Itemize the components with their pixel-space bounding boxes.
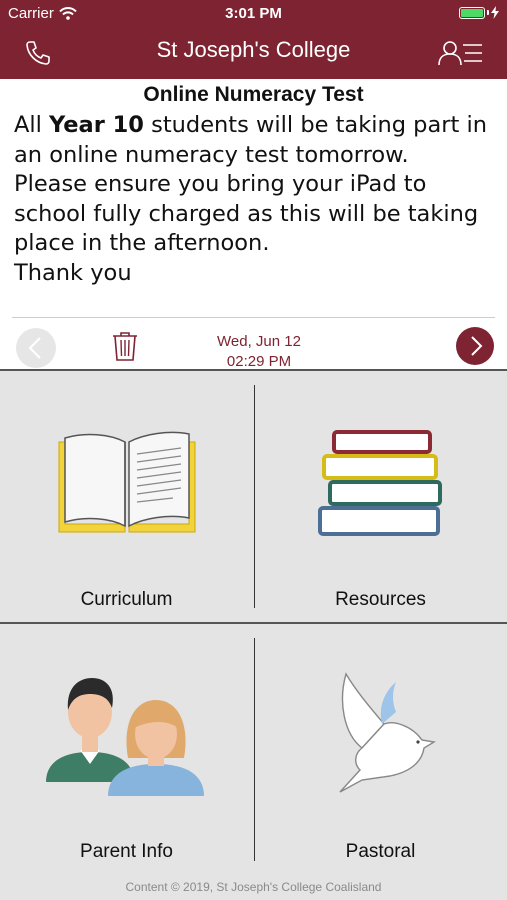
app-title: St Joseph's College [156,37,351,62]
charging-bolt-icon [491,6,499,19]
previous-notice-button[interactable] [16,328,56,368]
battery-icon [459,6,499,19]
open-book-icon [58,431,196,533]
resources-label: Resources [335,589,426,610]
pastoral-label: Pastoral [345,841,416,862]
status-time: 3:01 PM [225,5,282,22]
parent-info-label: Parent Info [80,841,173,862]
next-notice-button[interactable] [456,327,494,365]
notice-date: Wed, Jun 12 [217,333,301,350]
pastoral-tile[interactable]: Pastoral [254,624,507,864]
notice-body: All Year 10 students will be taking part… [14,111,499,289]
notice-time: 02:29 PM [226,353,292,370]
status-bar: Carrier 3:01 PM [0,0,507,28]
parent-info-tile[interactable]: Parent Info [0,624,253,864]
notice-title: Online Numeracy Test [143,83,364,106]
notice-body-prefix: All [14,112,50,138]
curriculum-tile[interactable]: Curriculum [0,372,253,622]
trash-icon[interactable] [110,330,140,362]
footer-copyright: Content © 2019, St Joseph's College Coal… [125,880,382,894]
resources-tile[interactable]: Resources [254,372,507,622]
navigation-bar: Carrier 3:01 PM St Joseph's College [0,0,507,79]
notice-body-bold: Year 10 [49,112,144,138]
parents-icon [46,678,204,796]
curriculum-label: Curriculum [80,589,173,610]
notice-body-text: students will be taking part in an onlin… [14,112,487,286]
contacts-list-icon[interactable] [437,39,483,67]
notice-divider [12,317,495,318]
dove-icon [339,672,436,793]
book-stack-icon [318,430,442,536]
